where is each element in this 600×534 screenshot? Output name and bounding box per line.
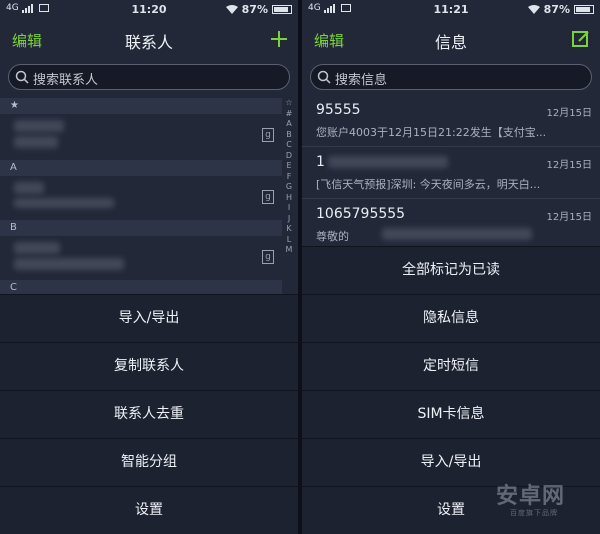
message-preview: 您账户4003于12月15日21:22发生【支付宝... [316, 126, 547, 139]
menu-item-sim-info[interactable]: SIM卡信息 [302, 390, 600, 438]
search-icon [317, 70, 331, 84]
message-date: 12月15日 [546, 212, 592, 223]
battery-icon [272, 5, 292, 14]
battery-percent: 87% [241, 3, 268, 16]
top-bar: 编辑 信息 [302, 20, 600, 60]
status-bar: 4G 11:21 87% [302, 0, 600, 20]
contacts-menu: 导入/导出 复制联系人 联系人去重 智能分组 设置 [0, 294, 298, 534]
wifi-icon [225, 5, 238, 14]
compose-icon[interactable] [572, 30, 590, 48]
contact-row[interactable]: g [0, 236, 282, 280]
message-preview: 尊敬的 [316, 230, 349, 243]
menu-item-import-export[interactable]: 导入/导出 [0, 294, 298, 342]
search-input[interactable]: 搜索联系人 [8, 64, 290, 90]
plus-icon[interactable] [270, 30, 288, 48]
status-bar: 4G 11:20 87% [0, 0, 298, 20]
section-header: A [0, 160, 282, 176]
menu-item-smart-group[interactable]: 智能分组 [0, 438, 298, 486]
messages-screen: 4G 11:21 87% 编辑 信息 搜索信息 95555 12月15日 您账户… [302, 0, 600, 534]
contact-row[interactable]: g [0, 176, 282, 220]
top-bar: 编辑 联系人 [0, 20, 298, 60]
message-date: 12月15日 [546, 160, 592, 171]
page-title: 信息 [434, 33, 467, 52]
message-row[interactable]: 1065795555 12月15日 尊敬的 [302, 198, 600, 251]
alphabet-index[interactable]: ☆ # A BCD EFG HIJ KLM [282, 98, 296, 256]
contact-type-icon: g [262, 128, 274, 142]
search-icon [15, 70, 29, 84]
menu-item-copy-contacts[interactable]: 复制联系人 [0, 342, 298, 390]
contact-type-icon: g [262, 190, 274, 204]
contacts-screen: 4G 11:20 87% 编辑 联系人 搜索联系人 ★ g A g B g C … [0, 0, 298, 534]
section-header: ★ [0, 98, 282, 114]
menu-item-settings[interactable]: 设置 [0, 486, 298, 534]
menu-item-mark-all-read[interactable]: 全部标记为已读 [302, 246, 600, 294]
search-placeholder: 搜索联系人 [33, 73, 99, 88]
message-sender: 1065795555 [316, 206, 406, 222]
message-row[interactable]: 1 12月15日 [飞信天气预报]深圳: 今天夜间多云，明天白... [302, 146, 600, 199]
menu-item-private-messages[interactable]: 隐私信息 [302, 294, 600, 342]
watermark-logo: 安卓网 百度旗下品牌 [496, 484, 566, 517]
battery-percent: 87% [543, 3, 570, 16]
menu-item-dedupe[interactable]: 联系人去重 [0, 390, 298, 438]
message-sender: 95555 [316, 102, 361, 118]
section-header: B [0, 220, 282, 236]
contact-type-icon: g [262, 250, 274, 264]
search-placeholder: 搜索信息 [335, 73, 388, 88]
message-sender: 1 [316, 154, 325, 170]
menu-item-scheduled-sms[interactable]: 定时短信 [302, 342, 600, 390]
contact-list: ★ g A g B g C [0, 94, 298, 302]
search-input[interactable]: 搜索信息 [310, 64, 592, 90]
message-date: 12月15日 [546, 108, 592, 119]
wifi-icon [527, 5, 540, 14]
contact-row[interactable]: g [0, 114, 282, 158]
page-title: 联系人 [124, 33, 173, 52]
message-row[interactable]: 95555 12月15日 您账户4003于12月15日21:22发生【支付宝..… [302, 94, 600, 147]
message-preview: [飞信天气预报]深圳: 今天夜间多云，明天白... [316, 178, 541, 191]
battery-icon [574, 5, 594, 14]
